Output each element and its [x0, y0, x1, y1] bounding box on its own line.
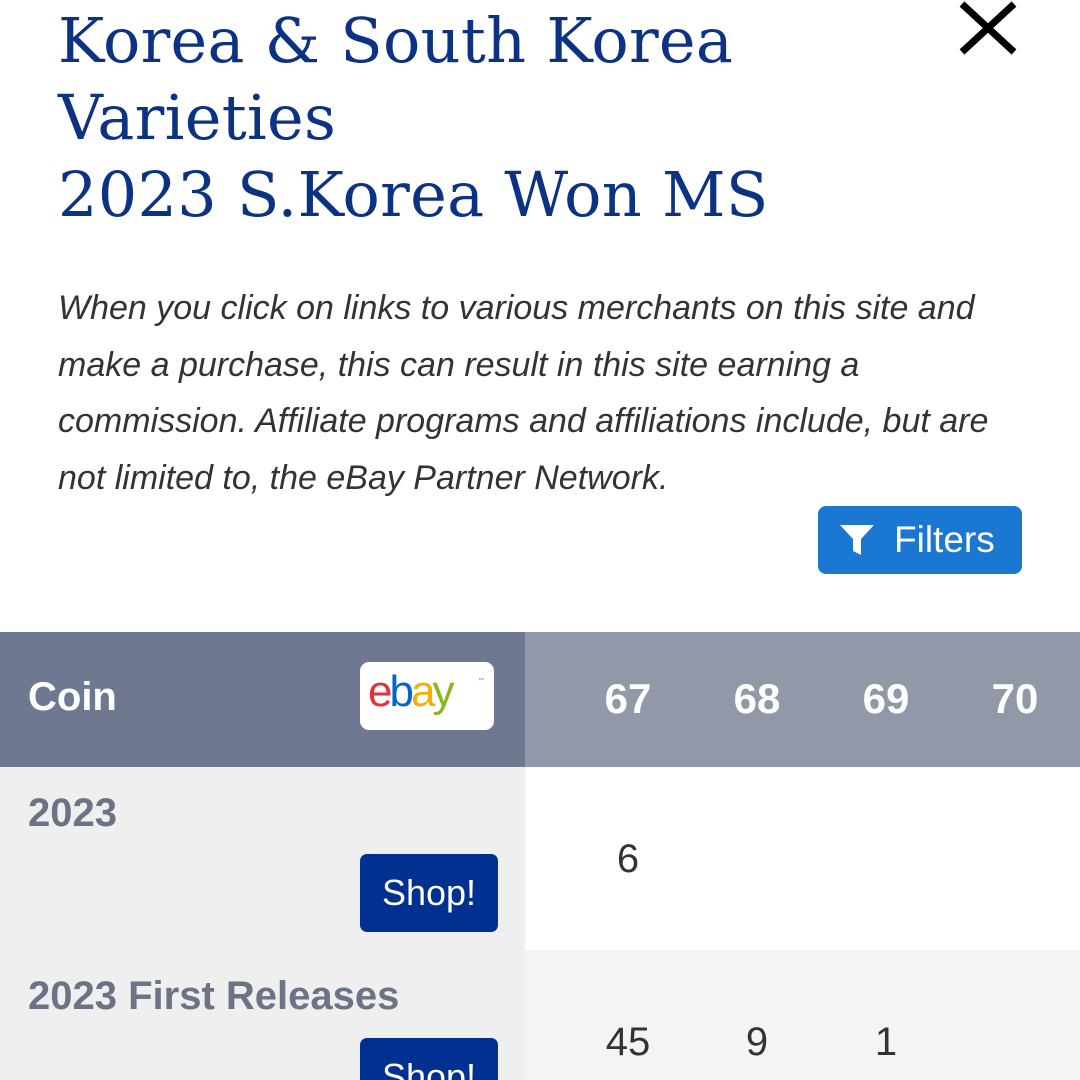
- title-line-2: Varieties: [58, 81, 337, 154]
- ebay-logo: ebay ™: [368, 668, 484, 716]
- close-button[interactable]: [952, 0, 1024, 60]
- coin-cell: 2023 Shop!: [0, 767, 525, 950]
- title-line-3: 2023 S.Korea Won MS: [58, 158, 769, 231]
- svg-text:ebay: ebay: [368, 668, 454, 716]
- population-table: Coin ebay ™ 67 68 69 70 2023 Shop! 6 202…: [0, 632, 1080, 1080]
- table-header: Coin ebay ™ 67 68 69 70: [0, 632, 1080, 767]
- population-cells: 6: [525, 767, 1080, 950]
- population-value-69: 1: [874, 1020, 898, 1064]
- grade-column-headers: 67 68 69 70: [525, 632, 1080, 767]
- page-title: Korea & South Korea Varieties 2023 S.Kor…: [58, 2, 938, 233]
- filters-button[interactable]: Filters: [818, 506, 1022, 574]
- close-icon: [959, 1, 1017, 55]
- population-value-67: 6: [616, 837, 640, 881]
- coin-name[interactable]: 2023 First Releases: [28, 974, 399, 1019]
- title-line-1: Korea & South Korea: [58, 4, 734, 77]
- table-row: 2023 First Releases Shop! 45 9 1: [0, 950, 1080, 1080]
- shop-button[interactable]: Shop!: [360, 854, 498, 932]
- grade-header-70[interactable]: 70: [975, 675, 1055, 723]
- population-value-67: 45: [605, 1020, 651, 1064]
- coin-column-header: Coin ebay ™: [0, 632, 525, 767]
- ebay-logo-button[interactable]: ebay ™: [360, 662, 494, 730]
- svg-text:™: ™: [478, 677, 484, 684]
- population-value-68: 9: [745, 1020, 769, 1064]
- coin-name[interactable]: 2023: [28, 791, 117, 836]
- coin-cell: 2023 First Releases Shop!: [0, 950, 525, 1080]
- table-row: 2023 Shop! 6: [0, 767, 1080, 950]
- grade-header-69[interactable]: 69: [846, 675, 926, 723]
- population-cells: 45 9 1: [525, 950, 1080, 1080]
- grade-header-67[interactable]: 67: [588, 675, 668, 723]
- funnel-icon: [840, 525, 874, 555]
- coin-header-label: Coin: [28, 675, 117, 719]
- grade-header-68[interactable]: 68: [717, 675, 797, 723]
- affiliate-disclaimer: When you click on links to various merch…: [58, 289, 989, 497]
- filters-label: Filters: [894, 519, 995, 560]
- shop-button[interactable]: Shop!: [360, 1038, 498, 1080]
